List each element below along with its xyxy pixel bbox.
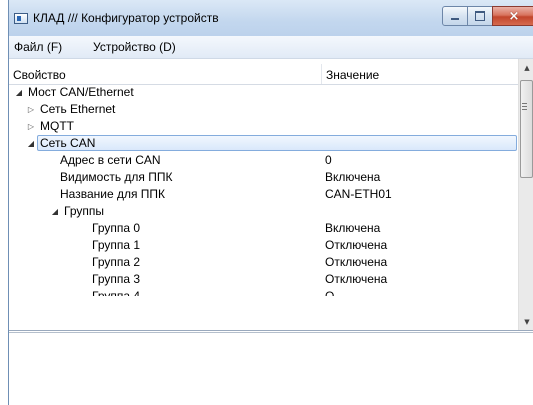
collapse-icon[interactable]: ◢ [14,84,24,101]
scrollbar-thumb[interactable] [520,80,533,178]
client-area: Файл (F) Устройство (D) Свойство Значени… [9,36,533,405]
row-label: MQTT [40,119,74,133]
property-row-can-address[interactable]: Адрес в сети CAN 0 [9,152,518,169]
row-label: Группа 4 [92,289,141,296]
property-row-ppk-visibility[interactable]: Видимость для ППК Включена [9,169,518,186]
row-label: Группа 1 [92,238,141,252]
menu-bar: Файл (F) Устройство (D) [9,36,533,59]
property-rows: ◢ Мост CAN/Ethernet ▷ Сеть Ethernet ▷ MQ… [9,84,518,296]
row-label: Группа 0 [92,221,141,235]
row-label: Группы [64,204,104,218]
property-row-group-0[interactable]: Группа 0 Включена [9,220,518,237]
row-value[interactable]: 0 [325,152,332,169]
close-icon: × [508,8,520,24]
row-label: Группа 3 [92,272,141,286]
minimize-button[interactable] [442,6,468,26]
scroll-up-icon[interactable]: ▲ [519,59,533,76]
minimize-icon [451,18,459,20]
property-grid: Свойство Значение ◢ Мост CAN/Ethernet ▷ … [9,59,533,331]
collapse-icon[interactable]: ◢ [50,203,60,220]
menu-file[interactable]: Файл (F) [14,40,62,54]
expand-icon[interactable]: ▷ [26,101,36,118]
property-row-group-1[interactable]: Группа 1 Отключена [9,237,518,254]
scroll-down-icon[interactable]: ▼ [519,313,533,330]
row-value[interactable]: Включена [325,220,380,237]
tree-row-groups[interactable]: ◢ Группы [9,203,518,220]
property-row-group-2[interactable]: Группа 2 Отключена [9,254,518,271]
row-label: Мост CAN/Ethernet [28,85,134,99]
column-divider[interactable] [321,64,322,84]
tree-row-ethernet[interactable]: ▷ Сеть Ethernet [9,101,518,118]
row-label: Сеть Ethernet [40,102,116,116]
window-title: КЛАД /// Конфигуратор устройств [33,11,219,25]
row-label: Группа 2 [92,255,141,269]
maximize-icon [475,11,485,21]
tree-row-mqtt[interactable]: ▷ MQTT [9,118,518,135]
row-value[interactable]: О [325,288,334,296]
maximize-button[interactable] [467,6,493,26]
expand-icon[interactable]: ▷ [26,118,36,135]
row-value[interactable]: Отключена [325,237,387,254]
tree-row-can-network[interactable]: ◢ Сеть CAN [9,135,518,152]
row-value[interactable]: Включена [325,169,380,186]
column-header-property[interactable]: Свойство [13,68,66,82]
row-value[interactable]: Отключена [325,254,387,271]
row-value[interactable]: CAN-ETH01 [325,186,392,203]
close-button[interactable]: × [492,6,533,26]
collapse-icon[interactable]: ◢ [26,135,36,152]
description-pane [9,332,533,405]
grip-icon [522,103,527,110]
row-value[interactable]: Отключена [325,271,387,288]
property-row-group-3[interactable]: Группа 3 Отключена [9,271,518,288]
column-header-value[interactable]: Значение [326,68,379,82]
row-label: Видимость для ППК [60,170,173,184]
tree-row-bridge[interactable]: ◢ Мост CAN/Ethernet [9,84,518,101]
menu-device[interactable]: Устройство (D) [93,40,176,54]
row-label: Название для ППК [60,187,166,201]
property-row-ppk-name[interactable]: Название для ППК CAN-ETH01 [9,186,518,203]
selection-highlight [37,135,517,151]
app-window: КЛАД /// Конфигуратор устройств × Файл (… [8,0,533,405]
grid-header: Свойство Значение [9,64,518,85]
property-row-group-4[interactable]: Группа 4 О [9,288,518,296]
title-bar[interactable]: КЛАД /// Конфигуратор устройств × [9,0,533,36]
app-icon [14,13,28,24]
row-label: Сеть CAN [40,136,96,150]
row-label: Адрес в сети CAN [60,153,161,167]
vertical-scrollbar[interactable]: ▲ ▼ [518,59,533,330]
